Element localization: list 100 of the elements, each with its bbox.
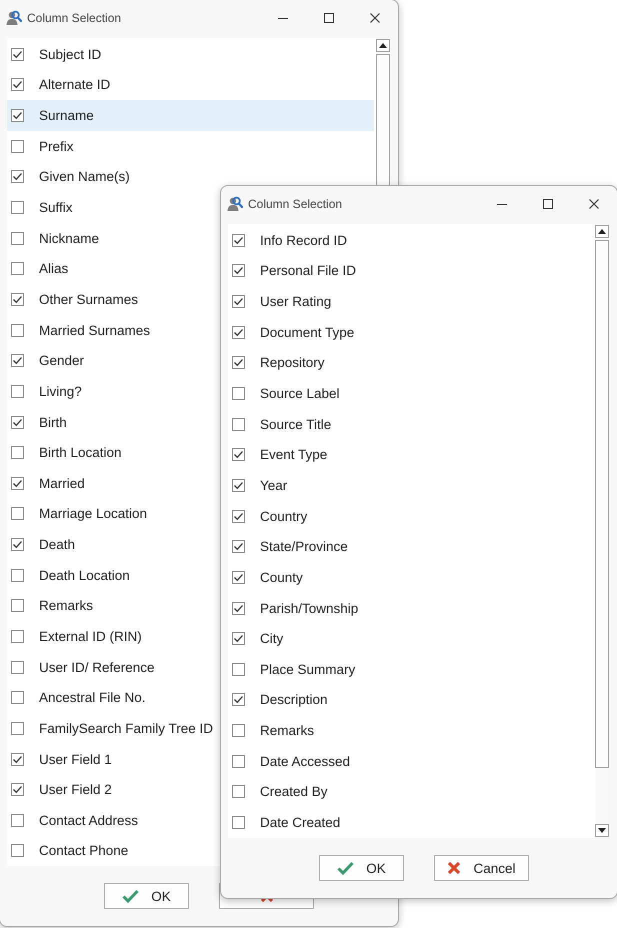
checkbox[interactable] — [232, 816, 245, 829]
checkbox[interactable] — [232, 356, 245, 370]
list-item[interactable]: Surname — [7, 100, 374, 131]
checkbox[interactable] — [11, 262, 24, 276]
checkbox[interactable] — [232, 754, 245, 768]
column-label: User Rating — [260, 294, 332, 310]
checkbox[interactable] — [11, 48, 24, 61]
list-item[interactable]: Document Type — [228, 316, 593, 348]
column-label: Document Type — [260, 324, 354, 340]
list-item[interactable]: Given Name(s) — [7, 162, 374, 192]
checkbox[interactable] — [11, 416, 24, 428]
list-item[interactable]: Subject ID — [7, 39, 374, 70]
checkbox[interactable] — [11, 844, 24, 858]
list-item[interactable]: Remarks — [228, 715, 593, 746]
checkbox[interactable] — [11, 538, 24, 552]
checkbox[interactable] — [232, 570, 245, 584]
checkbox[interactable] — [232, 693, 245, 706]
checkbox[interactable] — [232, 234, 245, 247]
scroll-up-icon[interactable] — [376, 39, 390, 52]
list-item[interactable]: Description — [228, 684, 593, 716]
list-item[interactable]: Source Title — [228, 408, 593, 440]
close-icon[interactable] — [369, 12, 381, 24]
checkbox[interactable] — [232, 510, 245, 523]
checkbox[interactable] — [11, 814, 24, 827]
checkbox[interactable] — [11, 170, 24, 184]
list-item[interactable]: Parish/Township — [228, 592, 593, 624]
checkbox[interactable] — [11, 691, 24, 704]
checkbox[interactable] — [232, 387, 245, 400]
list-item[interactable]: Date Accessed — [228, 746, 593, 777]
checkbox[interactable] — [232, 785, 245, 798]
checkbox[interactable] — [11, 783, 24, 796]
list-item[interactable]: Personal File ID — [228, 256, 593, 286]
scroll-down-icon[interactable] — [595, 824, 609, 837]
checkbox[interactable] — [11, 354, 24, 368]
list-item[interactable]: Event Type — [228, 439, 593, 470]
checkbox[interactable] — [232, 662, 245, 676]
checkbox[interactable] — [11, 109, 24, 122]
column-label: Date Created — [260, 814, 340, 830]
column-label: Ancestral File No. — [39, 690, 146, 706]
list-item[interactable]: County — [228, 562, 593, 593]
checkbox[interactable] — [232, 264, 245, 278]
checkbox[interactable] — [11, 78, 24, 92]
list-item[interactable]: Alternate ID — [7, 70, 374, 100]
checkbox[interactable] — [11, 232, 24, 245]
checkbox[interactable] — [232, 632, 245, 646]
column-label: FamilySearch Family Tree ID — [39, 720, 214, 736]
column-label: City — [260, 631, 284, 646]
column-label: Contact Phone — [39, 843, 128, 858]
checkbox[interactable] — [11, 722, 24, 735]
checkbox[interactable] — [11, 201, 24, 214]
cancel-button[interactable]: Cancel — [434, 855, 529, 881]
column-label: Country — [260, 508, 308, 524]
list-item[interactable]: Prefix — [7, 130, 374, 162]
checkbox[interactable] — [11, 507, 24, 520]
window-title: Column Selection — [27, 11, 122, 25]
column-label: Married Surnames — [39, 322, 150, 338]
checkbox[interactable] — [232, 326, 245, 339]
checkbox[interactable] — [232, 295, 245, 308]
checkbox[interactable] — [232, 448, 245, 462]
list-item[interactable]: Country — [228, 500, 593, 532]
checkbox[interactable] — [11, 568, 24, 582]
checkbox[interactable] — [232, 602, 245, 614]
list-item[interactable]: State/Province — [228, 531, 593, 562]
list-item[interactable]: Info Record ID — [228, 225, 593, 256]
window-title: Column Selection — [248, 197, 342, 211]
column-label: Death Location — [39, 568, 130, 583]
checkbox[interactable] — [232, 478, 245, 492]
column-label: Death — [39, 537, 76, 552]
list-item[interactable]: Source Label — [228, 378, 593, 409]
checkbox[interactable] — [11, 384, 24, 398]
checkbox[interactable] — [11, 476, 24, 490]
list-item[interactable]: Place Summary — [228, 654, 593, 685]
list-item[interactable]: Created By — [228, 776, 593, 808]
list-item[interactable]: Year — [228, 470, 593, 501]
check-icon — [337, 861, 354, 875]
column-label: Event Type — [260, 447, 328, 462]
checkbox[interactable] — [232, 418, 245, 431]
checkbox[interactable] — [11, 324, 24, 337]
checkbox[interactable] — [11, 292, 24, 306]
maximize-icon[interactable] — [542, 198, 554, 210]
ok-button[interactable]: OK — [104, 883, 189, 909]
column-label: User ID/ Reference — [39, 660, 155, 675]
list-item[interactable]: Repository — [228, 348, 593, 378]
checkbox[interactable] — [11, 446, 24, 460]
scroll-up-icon[interactable] — [595, 225, 609, 238]
list-item[interactable]: User Rating — [228, 286, 593, 317]
checkbox[interactable] — [232, 540, 245, 554]
checkbox[interactable] — [232, 724, 245, 738]
ok-button[interactable]: OK — [319, 855, 404, 881]
column-label: Prefix — [39, 138, 74, 154]
list-item[interactable]: Date Created — [228, 807, 593, 838]
checkbox[interactable] — [11, 630, 24, 643]
maximize-icon[interactable] — [323, 12, 335, 24]
checkbox[interactable] — [11, 599, 24, 612]
checkbox[interactable] — [11, 660, 24, 674]
checkbox[interactable] — [11, 140, 24, 153]
close-icon[interactable] — [588, 198, 600, 210]
column-label: Other Surnames — [39, 292, 138, 307]
list-item[interactable]: City — [228, 623, 593, 654]
checkbox[interactable] — [11, 752, 24, 766]
